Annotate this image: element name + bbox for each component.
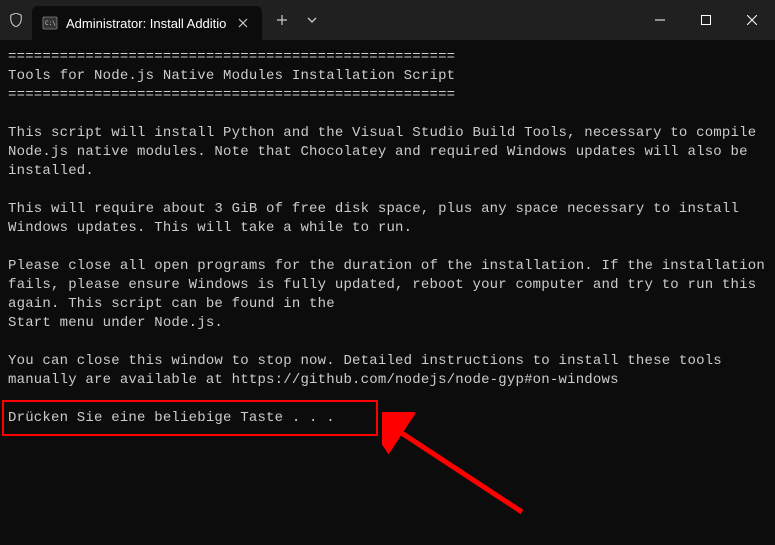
divider-line: ========================================… — [8, 49, 455, 65]
paragraph: You can close this window to stop now. D… — [8, 353, 731, 388]
press-any-key-prompt: Drücken Sie eine beliebige Taste . . . — [8, 410, 335, 426]
new-tab-button[interactable] — [266, 4, 298, 36]
tab-active[interactable]: C:\ Administrator: Install Additio — [32, 6, 262, 40]
divider-line: ========================================… — [8, 87, 455, 103]
paragraph: Please close all open programs for the d… — [8, 258, 774, 331]
svg-text:C:\: C:\ — [45, 20, 56, 27]
terminal-output: ========================================… — [0, 40, 775, 436]
tab-close-button[interactable] — [234, 14, 252, 32]
titlebar: C:\ Administrator: Install Additio — [0, 0, 775, 40]
tab-dropdown-button[interactable] — [298, 4, 326, 36]
close-window-button[interactable] — [729, 0, 775, 40]
tab-title: Administrator: Install Additio — [66, 16, 226, 31]
minimize-button[interactable] — [637, 0, 683, 40]
script-title: Tools for Node.js Native Modules Install… — [8, 68, 455, 84]
window-controls — [637, 0, 775, 40]
paragraph: This will require about 3 GiB of free di… — [8, 201, 748, 236]
titlebar-left: C:\ Administrator: Install Additio — [0, 0, 326, 40]
maximize-button[interactable] — [683, 0, 729, 40]
paragraph: This script will install Python and the … — [8, 125, 765, 179]
shield-icon — [0, 0, 32, 40]
cmd-icon: C:\ — [42, 15, 58, 31]
